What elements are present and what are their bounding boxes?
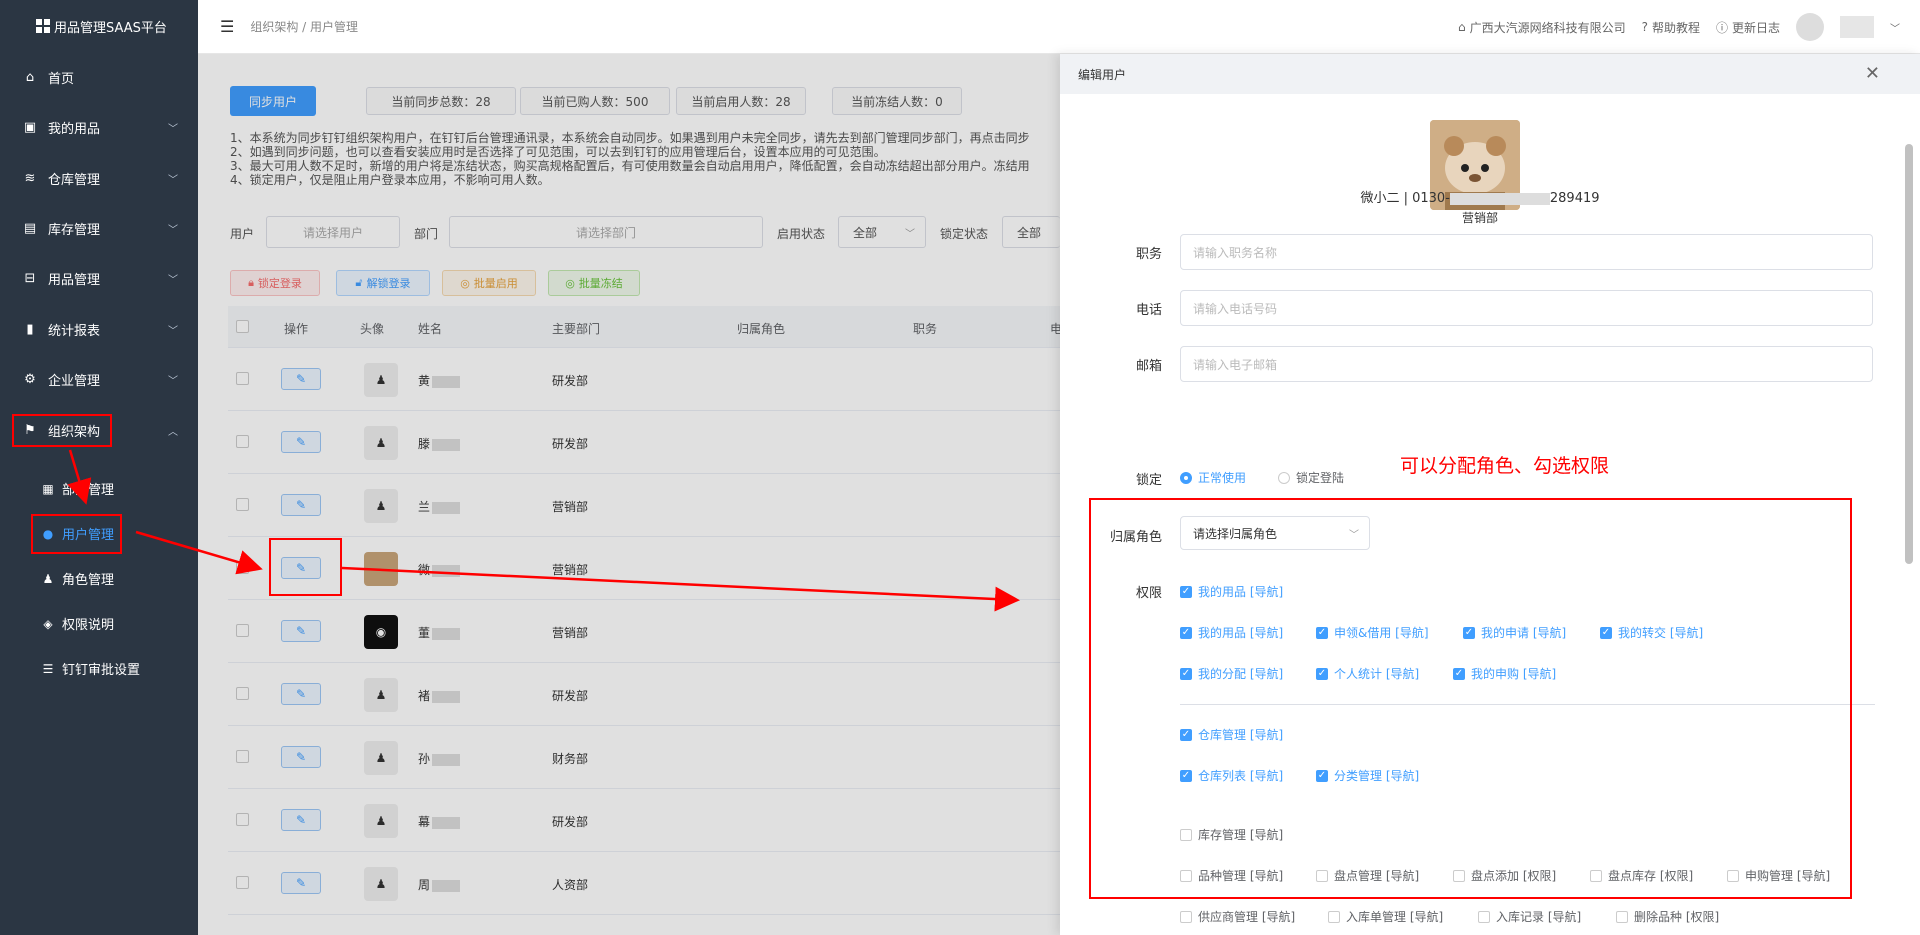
drawer-title: 编辑用户	[1078, 67, 1127, 82]
sidebar-subitem-permissions[interactable]: ◈ 权限说明	[0, 601, 198, 646]
chevron-down-icon: ﹀	[168, 174, 178, 186]
help-link[interactable]: ? 帮助教程	[1642, 19, 1700, 36]
sidebar-item-label: 仓库管理	[48, 172, 101, 188]
bar-chart-icon: ▮	[26, 321, 34, 337]
company-label: 广西大汽源网络科技有限公司	[1469, 20, 1626, 35]
sidebar-subitem-roles[interactable]: ♟ 角色管理	[0, 556, 198, 601]
perm-label: 删除品种 [权限]	[1634, 910, 1720, 924]
sidebar-item-home[interactable]: ⌂ 首页	[0, 52, 198, 102]
box-icon: ▤	[23, 220, 37, 236]
perm-checkbox[interactable]: 入库单管理 [导航]	[1328, 908, 1443, 925]
field-label-lock: 锁定	[1135, 473, 1162, 488]
radio-normal[interactable]: 正常使用	[1180, 469, 1246, 486]
sidebar-item-label: 统计报表	[48, 323, 101, 339]
chevron-down-icon: ﹀	[168, 325, 178, 337]
user-avatar[interactable]	[1796, 13, 1824, 41]
gear-icon: ⚙	[24, 371, 36, 387]
sidebar-subitem-label: 钉钉审批设置	[62, 663, 141, 678]
grid-icon: ▦	[42, 481, 54, 496]
email-input[interactable]: 请输入电子邮箱	[1180, 346, 1873, 382]
perm-checkbox[interactable]: 入库记录 [导航]	[1478, 908, 1581, 925]
help-label: 帮助教程	[1651, 20, 1700, 35]
home-icon: ⌂	[1457, 20, 1466, 34]
app-title: 用品管理SAAS平台	[54, 20, 167, 36]
field-label-email: 邮箱	[1135, 359, 1162, 374]
close-icon[interactable]: ✕	[1865, 63, 1880, 84]
drawer-header: 编辑用户 ✕	[1060, 54, 1920, 94]
perm-label: 供应商管理 [导航]	[1198, 910, 1296, 924]
sidebar-subitem-label: 角色管理	[62, 573, 115, 588]
sidebar-subitem-departments[interactable]: ▦ 部门管理	[0, 466, 198, 511]
changelog-label: 更新日志	[1731, 20, 1780, 35]
menu-toggle-icon[interactable]: ☰	[220, 17, 234, 36]
changelog-link[interactable]: ⓘ 更新日志	[1716, 19, 1780, 36]
checkbox-box	[1328, 910, 1340, 923]
sidebar-item-reports[interactable]: ▮ 统计报表 ﹀	[0, 304, 198, 354]
radio-dot	[1180, 471, 1192, 484]
sidebar: 用品管理SAAS平台 ⌂ 首页 ▣ 我的用品 ﹀ ≋ 仓库管理 ﹀ ▤ 库存管理 ﹀ ⊟ 用品管…	[0, 0, 198, 935]
person-icon: ♟	[42, 571, 54, 586]
highlight-box-organization	[12, 414, 112, 447]
user-menu[interactable]	[1840, 16, 1874, 38]
phone-input[interactable]: 请输入电话号码	[1180, 290, 1873, 326]
sidebar-item-label: 我的用品	[48, 121, 101, 137]
scrollbar-thumb[interactable]	[1905, 144, 1913, 564]
logo-grid-icon	[36, 19, 50, 33]
sidebar-item-label: 库存管理	[48, 222, 101, 238]
breadcrumb: 组织架构 / 用户管理	[250, 20, 359, 34]
top-bar: ☰ 组织架构 / 用户管理 ⌂ 广西大汽源网络科技有限公司 ? 帮助教程 ⓘ 更新日志…	[198, 0, 1920, 54]
sidebar-item-enterprise[interactable]: ⚙ 企业管理 ﹀	[0, 354, 198, 404]
user-info: 微小二 | 0130- 289419	[1060, 187, 1900, 206]
modal-overlay[interactable]	[198, 54, 1060, 935]
annotation-text: 可以分配角色、勾选权限	[1400, 455, 1610, 477]
job-title-input[interactable]: 请输入职务名称	[1180, 234, 1873, 270]
user-department: 营销部	[1461, 211, 1498, 225]
sidebar-item-inventory[interactable]: ▤ 库存管理 ﹀	[0, 203, 198, 253]
app-logo[interactable]: 用品管理SAAS平台	[0, 0, 198, 52]
info-icon: ⓘ	[1715, 20, 1728, 35]
chevron-down-icon[interactable]: ﹀	[1890, 20, 1900, 35]
company-name[interactable]: ⌂ 广西大汽源网络科技有限公司	[1458, 19, 1626, 36]
radio-dot	[1278, 471, 1290, 484]
highlight-box-users	[31, 514, 122, 554]
sidebar-item-supplies[interactable]: ⊟ 用品管理 ﹀	[0, 253, 198, 303]
perm-checkbox[interactable]: 供应商管理 [导航]	[1180, 908, 1295, 925]
checkbox-box	[1478, 910, 1490, 923]
shield-icon: ◈	[43, 616, 53, 631]
checkbox-box	[1616, 910, 1628, 923]
chevron-down-icon: ﹀	[168, 375, 178, 387]
radio-locked[interactable]: 锁定登陆	[1278, 469, 1344, 486]
drawer-scrollbar[interactable]	[1904, 104, 1914, 925]
user-phone-suffix: 289419	[1549, 191, 1600, 206]
highlight-box-edit	[269, 538, 342, 596]
sidebar-subitem-label: 权限说明	[62, 618, 115, 633]
bag-icon: ▣	[23, 119, 37, 135]
checkbox-box	[1180, 910, 1192, 923]
field-label-title: 职务	[1135, 247, 1162, 262]
sidebar-item-label: 企业管理	[48, 373, 101, 389]
field-label-phone: 电话	[1135, 303, 1162, 318]
chevron-down-icon: ﹀	[168, 224, 178, 236]
sidebar-item-label: 首页	[48, 71, 75, 87]
radio-label: 正常使用	[1198, 471, 1247, 485]
chevron-down-icon: ﹀	[168, 123, 178, 135]
highlight-box-permissions	[1089, 498, 1852, 899]
chevron-up-icon: ︿	[168, 426, 178, 438]
perm-label: 入库单管理 [导航]	[1346, 910, 1444, 924]
perm-checkbox[interactable]: 删除品种 [权限]	[1616, 908, 1719, 925]
sidebar-subitem-dingtalk[interactable]: ☰ 钉钉审批设置	[0, 646, 198, 691]
drive-icon: ⊟	[24, 270, 36, 286]
perm-label: 入库记录 [导航]	[1496, 910, 1582, 924]
radio-label: 锁定登陆	[1296, 471, 1345, 485]
sidebar-item-my-supplies[interactable]: ▣ 我的用品 ﹀	[0, 102, 198, 152]
sidebar-item-label: 用品管理	[48, 272, 101, 288]
sidebar-subitem-label: 部门管理	[62, 483, 115, 498]
question-icon: ?	[1641, 20, 1648, 34]
sidebar-item-warehouse[interactable]: ≋ 仓库管理 ﹀	[0, 153, 198, 203]
home-icon: ⌂	[25, 69, 35, 85]
database-icon: ≋	[24, 170, 36, 186]
sliders-icon: ☰	[42, 661, 54, 676]
chevron-down-icon: ﹀	[168, 274, 178, 286]
user-name-phone: 微小二 | 0130-	[1360, 191, 1450, 206]
